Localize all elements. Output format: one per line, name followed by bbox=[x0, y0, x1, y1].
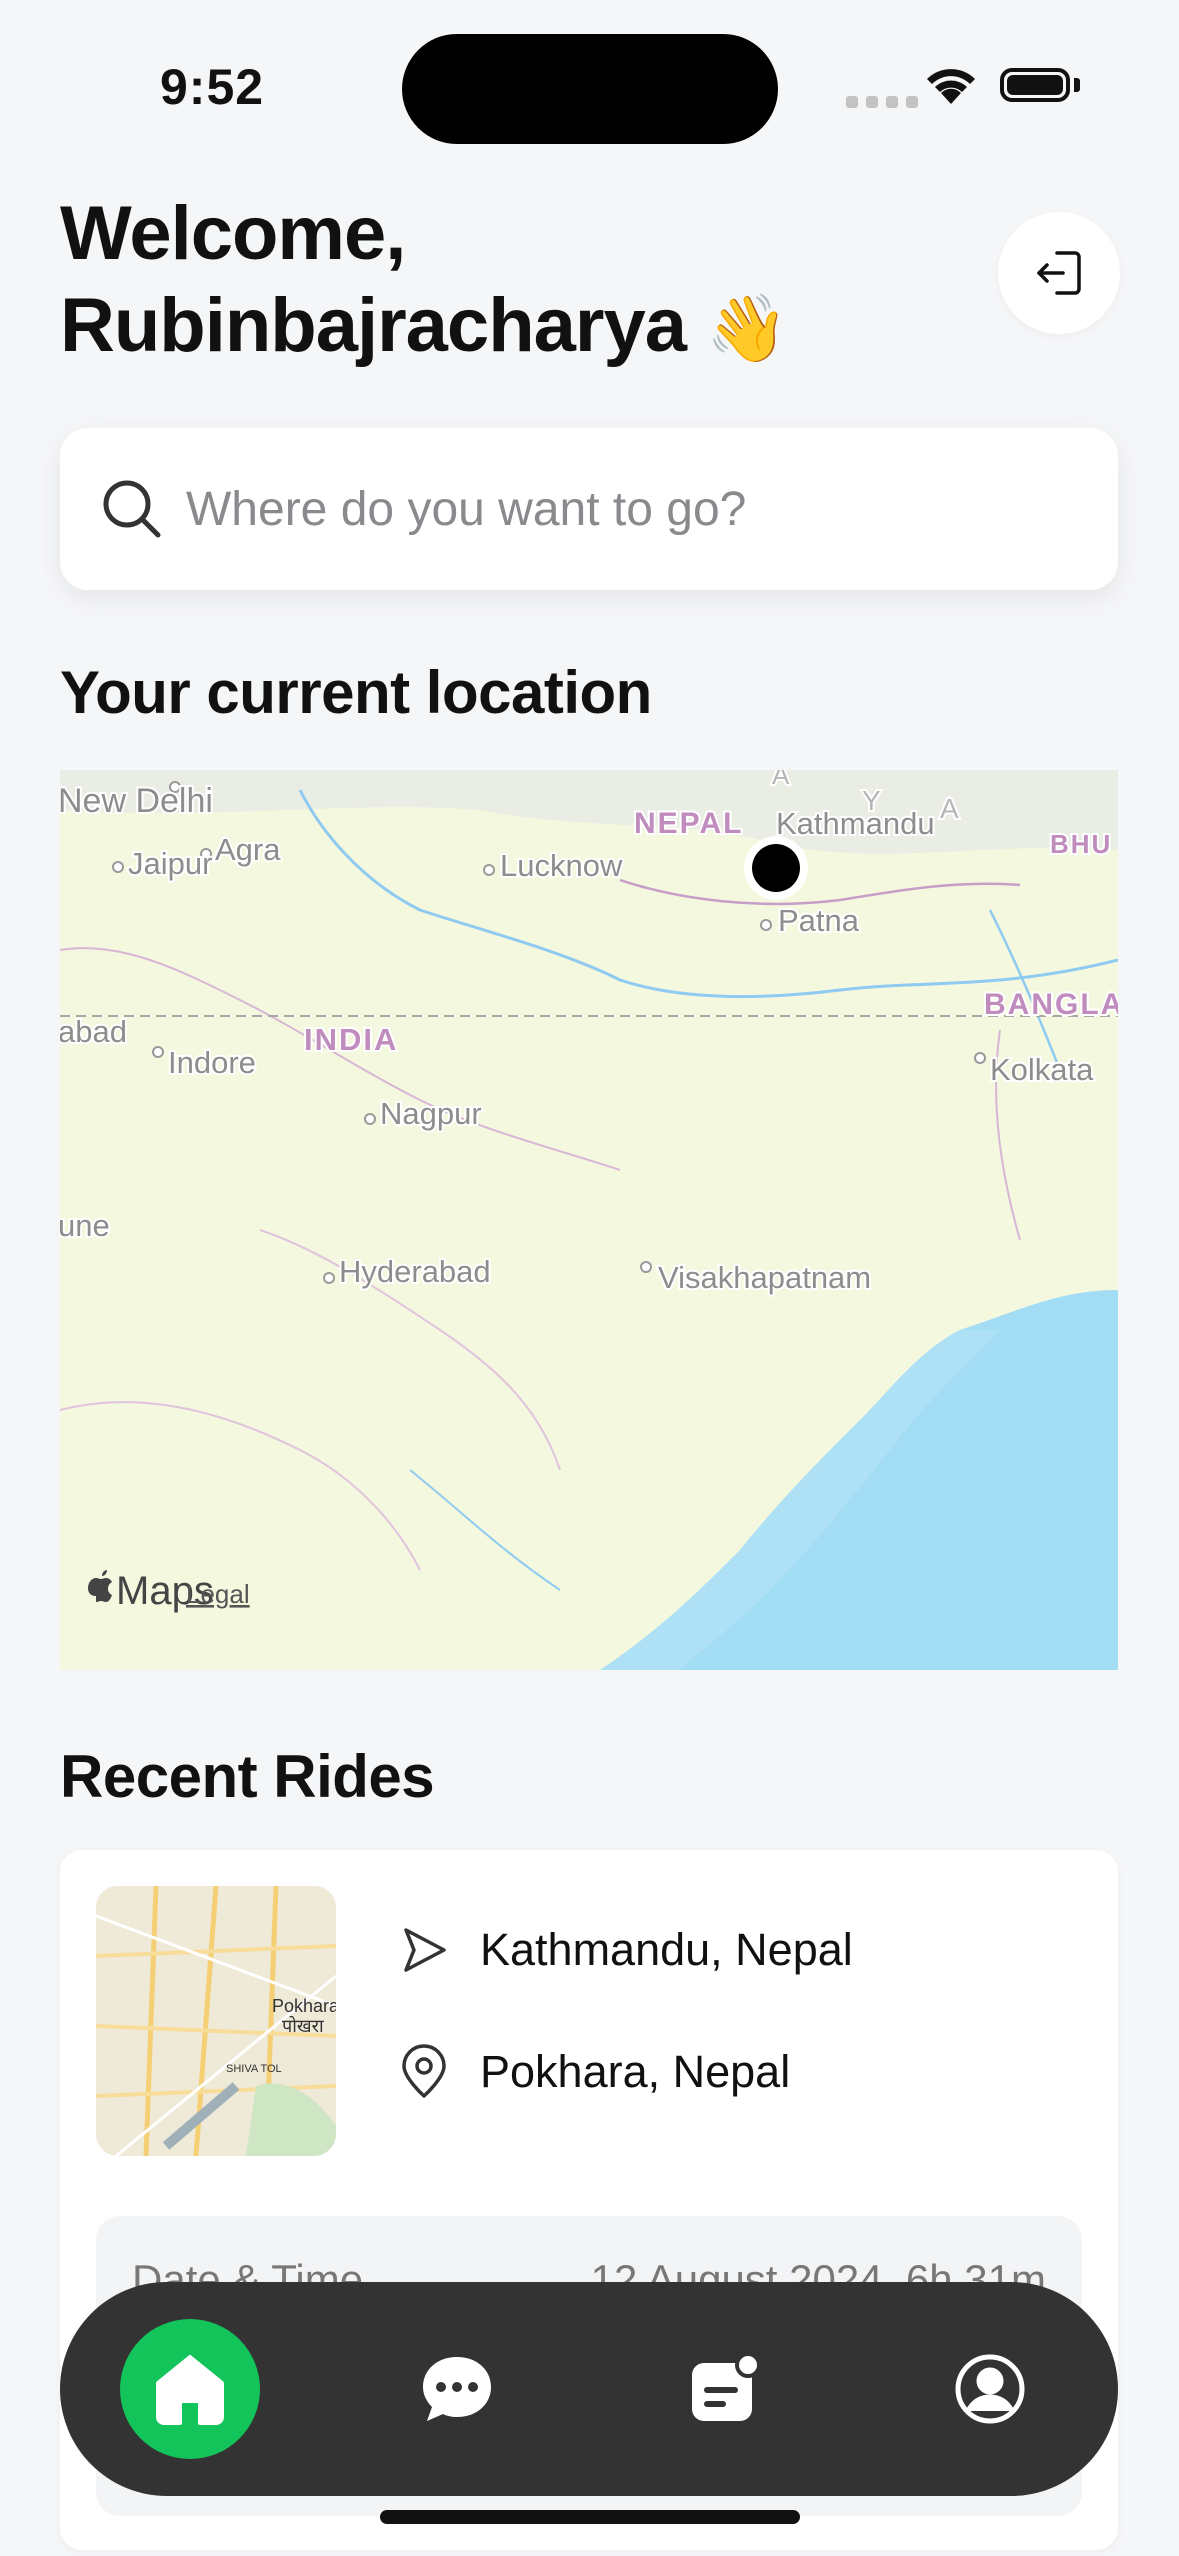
map-label-patna: Patna bbox=[778, 903, 860, 938]
map-label-visakhapatnam: Visakhapatnam bbox=[658, 1260, 871, 1295]
tab-profile[interactable] bbox=[920, 2319, 1060, 2459]
status-time: 9:52 bbox=[160, 59, 265, 115]
map-label-jaipur: Jaipur bbox=[128, 846, 212, 881]
map-label-himalaya-a1: A bbox=[772, 770, 790, 790]
location-pin-icon bbox=[402, 2044, 446, 2098]
logout-icon bbox=[1037, 251, 1081, 295]
map-label-new-delhi: New Delhi bbox=[60, 782, 213, 820]
current-location-title: Your current location bbox=[60, 659, 652, 726]
bottom-tab-bar bbox=[60, 2282, 1118, 2496]
battery-icon bbox=[1000, 68, 1070, 102]
legal-link[interactable]: Legal bbox=[186, 1579, 250, 1609]
user-name: Rubinbajracharya bbox=[60, 283, 687, 368]
ride-destination-text: Pokhara, Nepal bbox=[480, 2046, 791, 2097]
svg-text:SHIVA TOL: SHIVA TOL bbox=[226, 2063, 282, 2075]
ride-origin-text: Kathmandu, Nepal bbox=[480, 1924, 853, 1975]
tab-rides[interactable] bbox=[654, 2319, 794, 2459]
map-label-nagpur: Nagpur bbox=[380, 1096, 482, 1131]
map-label-bhutan: BHU bbox=[1050, 829, 1112, 859]
destination-search[interactable]: Where do you want to go? bbox=[60, 428, 1118, 590]
tab-chat[interactable] bbox=[387, 2319, 527, 2459]
welcome-greeting: Welcome, bbox=[60, 191, 406, 276]
map-label-india: INDIA bbox=[304, 1022, 398, 1057]
logout-button[interactable] bbox=[998, 212, 1120, 334]
cellular-signal-icon bbox=[846, 96, 918, 108]
profile-icon bbox=[955, 2354, 1025, 2424]
wifi-icon bbox=[927, 69, 975, 104]
wave-emoji: 👋 bbox=[706, 291, 788, 365]
map-label-indore: Indore bbox=[168, 1045, 256, 1080]
svg-text:पोखरा: पोखरा bbox=[282, 2015, 324, 2036]
navigation-arrow-icon bbox=[404, 1928, 446, 1972]
rides-icon bbox=[692, 2352, 761, 2421]
welcome-heading: Welcome, Rubinbajracharya 👋 bbox=[60, 188, 788, 374]
ride-map-thumbnail: Pokhara पोखरा SHIVA TOL bbox=[96, 1886, 336, 2156]
search-placeholder: Where do you want to go? bbox=[186, 482, 747, 536]
home-icon bbox=[156, 2355, 224, 2425]
ride-destination: Pokhara, Nepal bbox=[398, 2044, 790, 2100]
current-location-pin bbox=[744, 836, 808, 900]
map-label-kathmandu: Kathmandu bbox=[776, 806, 935, 841]
ride-origin: Kathmandu, Nepal bbox=[398, 1924, 853, 1976]
dynamic-island bbox=[402, 34, 778, 144]
map-label-bangladesh: BANGLA bbox=[984, 988, 1118, 1021]
current-location-map[interactable]: New Delhi Jaipur Agra Lucknow NEPAL Kath… bbox=[60, 770, 1118, 1670]
map-label-agra: Agra bbox=[215, 832, 281, 867]
map-label-pune: une bbox=[60, 1208, 110, 1243]
map-label-lucknow: Lucknow bbox=[500, 848, 623, 883]
tab-home[interactable] bbox=[120, 2319, 260, 2459]
search-icon bbox=[103, 480, 161, 538]
map-label-himalaya-y: Y bbox=[862, 785, 883, 816]
map-label-hyderabad: Hyderabad bbox=[339, 1254, 491, 1289]
map-label-kolkata: Kolkata bbox=[990, 1052, 1094, 1087]
chat-icon bbox=[423, 2357, 491, 2421]
map-label-himalaya-a2: A bbox=[940, 793, 961, 824]
home-indicator[interactable] bbox=[380, 2510, 800, 2524]
map-label-abad: abad bbox=[60, 1014, 127, 1049]
recent-rides-title: Recent Rides bbox=[60, 1743, 435, 1810]
svg-text:Pokhara: Pokhara bbox=[272, 1996, 336, 2016]
map-label-nepal: NEPAL bbox=[634, 807, 743, 840]
